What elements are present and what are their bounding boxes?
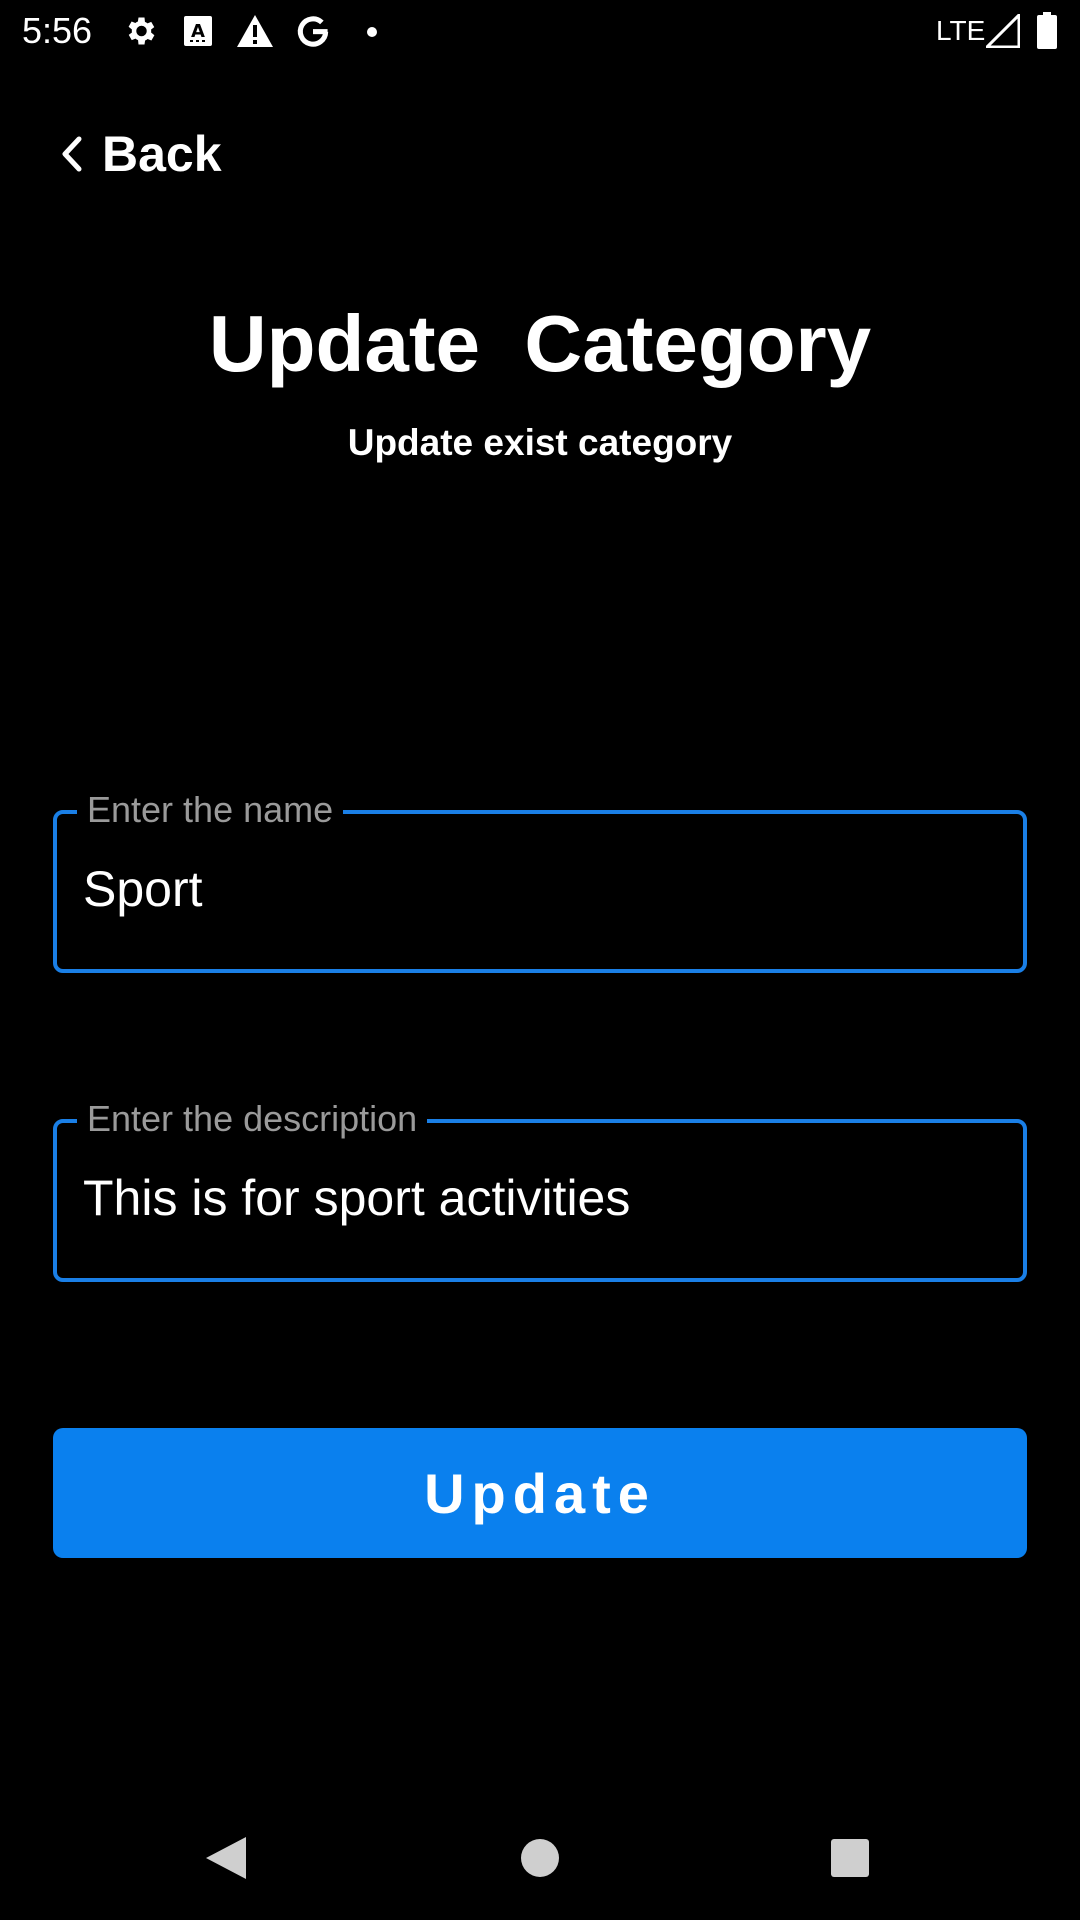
name-field[interactable]: Enter the name	[53, 784, 1027, 973]
nav-recents-button[interactable]	[820, 1830, 880, 1890]
recents-square-icon	[830, 1838, 870, 1883]
back-triangle-icon	[204, 1835, 248, 1886]
description-field[interactable]: Enter the description	[53, 1093, 1027, 1282]
battery-icon	[1036, 12, 1058, 55]
name-field-label: Enter the name	[77, 784, 344, 836]
warning-icon	[236, 14, 274, 53]
page-subtitle: Update exist category	[347, 422, 733, 463]
page-title: Update Category	[208, 299, 872, 388]
description-input[interactable]	[83, 1163, 997, 1233]
home-circle-icon	[520, 1838, 560, 1883]
font-a-icon: A	[183, 15, 213, 52]
network-type: LTE	[936, 15, 986, 46]
chevron-left-icon	[60, 135, 84, 173]
back-button[interactable]: Back	[60, 118, 222, 190]
svg-text:A: A	[191, 21, 205, 42]
navigation-bar	[0, 1800, 1080, 1920]
update-button[interactable]: Update	[53, 1428, 1027, 1558]
nav-back-button[interactable]	[196, 1830, 256, 1890]
dot-icon	[366, 25, 378, 43]
description-field-label: Enter the description	[77, 1093, 428, 1145]
name-input[interactable]	[83, 854, 997, 924]
signal-icon	[983, 11, 1021, 53]
back-label: Back	[102, 126, 222, 182]
google-g-icon	[294, 12, 332, 55]
status-bar: 5:56 A LTE	[0, 0, 1080, 63]
gear-icon	[122, 12, 158, 55]
update-button-label: Update	[424, 1461, 656, 1525]
status-time: 5:56	[22, 10, 93, 51]
nav-home-button[interactable]	[510, 1830, 570, 1890]
